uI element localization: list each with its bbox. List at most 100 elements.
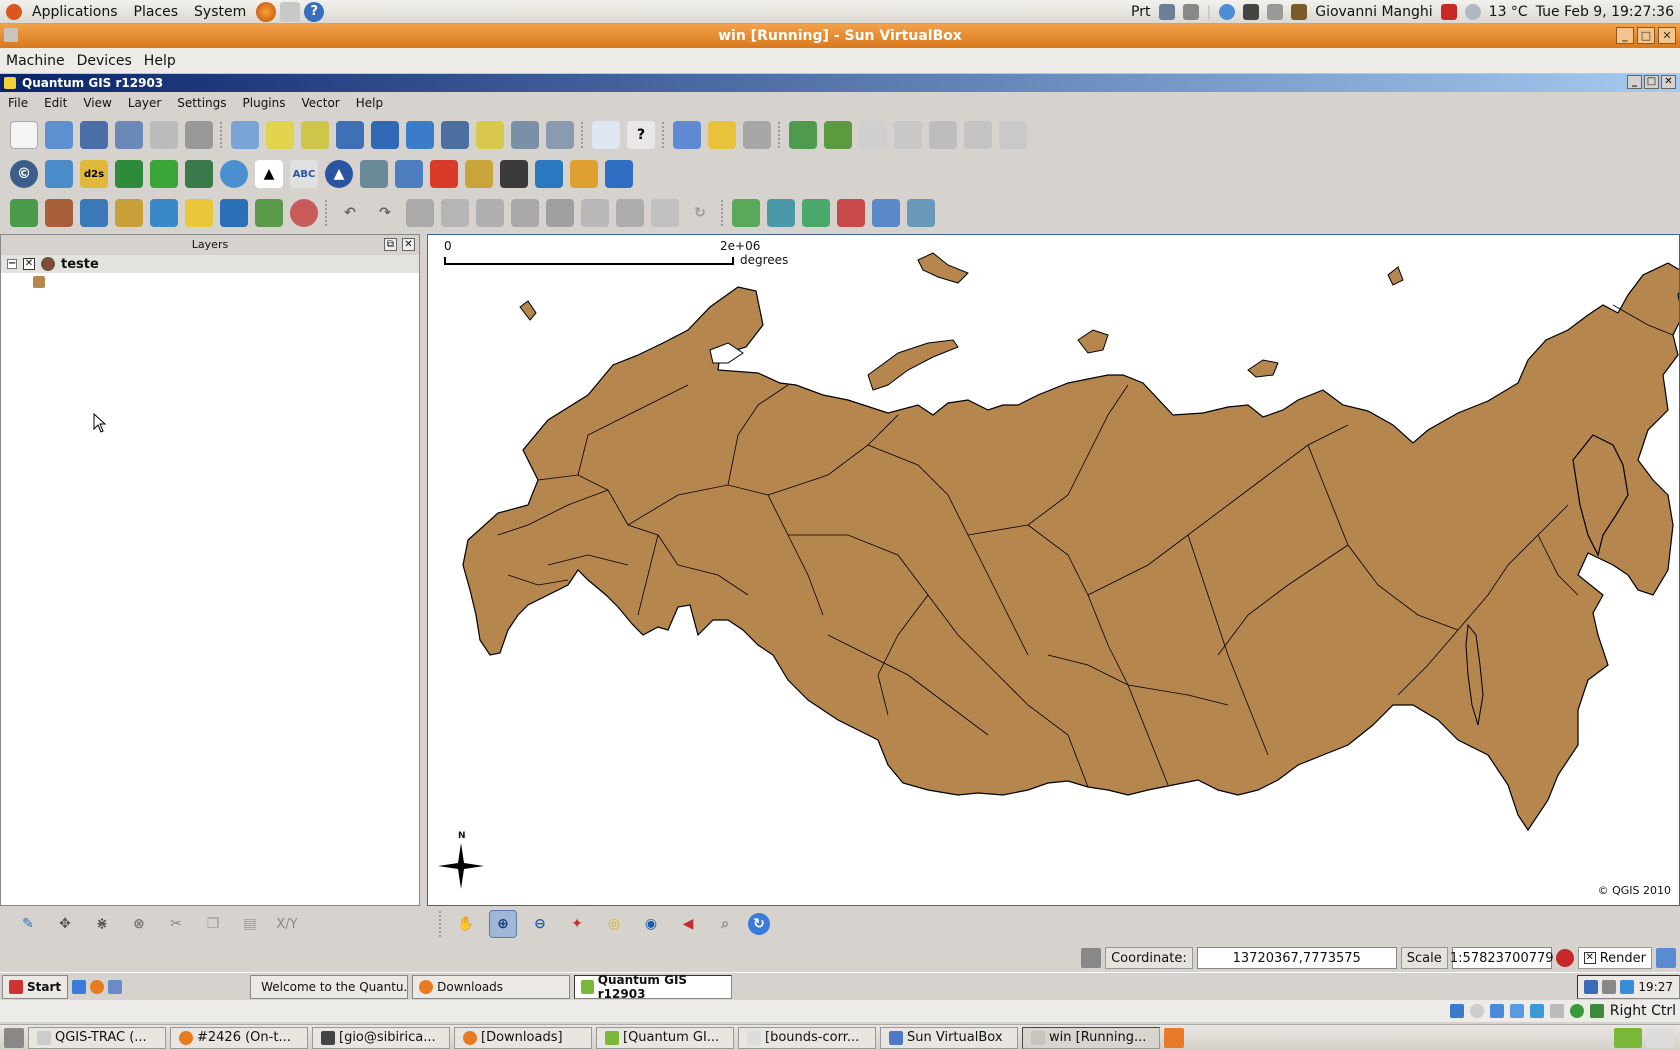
grass-add-raster-icon[interactable] — [824, 121, 852, 149]
grass-region-icon[interactable] — [929, 121, 957, 149]
usb-icon[interactable] — [1509, 1004, 1524, 1018]
vbox-menu-help[interactable]: Help — [138, 53, 182, 69]
ogr-converter-icon[interactable] — [535, 160, 563, 188]
cd-icon[interactable] — [1469, 1004, 1484, 1018]
qgis-menu-help[interactable]: Help — [348, 96, 391, 110]
close-panel-button[interactable]: ✕ — [402, 238, 415, 251]
add-raster-layer-icon[interactable] — [45, 199, 73, 227]
add-all-to-overview-icon[interactable] — [732, 199, 760, 227]
attribute-table-icon[interactable] — [336, 121, 364, 149]
task-welcome[interactable]: Welcome to the Quantu... — [250, 974, 409, 999]
print-composer-icon[interactable] — [150, 121, 178, 149]
scale-bar-icon[interactable] — [500, 160, 528, 188]
zoom-last-icon[interactable]: ◀ — [674, 910, 702, 938]
gnome-task-2[interactable]: #2426 (On-t... — [170, 1026, 308, 1049]
print-icon[interactable] — [185, 121, 213, 149]
save-project-icon[interactable] — [80, 121, 108, 149]
qgis-maximize-button[interactable]: □ — [1644, 75, 1659, 89]
zoom-layer-icon[interactable]: ◉ — [637, 910, 665, 938]
simplify-feature-icon[interactable] — [406, 199, 434, 227]
add-ring-icon[interactable] — [441, 199, 469, 227]
gps-tools-icon[interactable] — [115, 160, 143, 188]
pdf-icon[interactable] — [430, 160, 458, 188]
start-button[interactable]: Start — [2, 974, 69, 999]
projection-icon[interactable] — [1656, 948, 1676, 968]
qgis-close-button[interactable]: ✕ — [1661, 75, 1676, 89]
power-icon[interactable] — [1440, 4, 1457, 20]
virtualization-icon[interactable] — [1569, 1004, 1584, 1018]
volume-icon[interactable] — [1182, 4, 1199, 20]
reshape-features-icon[interactable] — [581, 199, 609, 227]
clock[interactable]: Tue Feb 9, 19:27:36 — [1536, 4, 1674, 20]
grass-close-mapset-icon[interactable] — [743, 121, 771, 149]
qgis-menu-settings[interactable]: Settings — [169, 96, 234, 110]
shared-folders-icon[interactable] — [1529, 1004, 1544, 1018]
gnome-task-6[interactable]: [bounds-corr... — [738, 1026, 876, 1049]
grass-add-vector-icon[interactable] — [789, 121, 817, 149]
add-vector-layer-icon[interactable] — [10, 199, 38, 227]
copy-features-icon[interactable]: ❐ — [199, 910, 227, 938]
paste-features-icon[interactable]: ▤ — [236, 910, 264, 938]
remove-all-overview-icon[interactable] — [837, 199, 865, 227]
measure-area-icon[interactable] — [406, 121, 434, 149]
zoom-actual-size-icon[interactable]: ⌕ — [711, 910, 739, 938]
gnome-task-4[interactable]: [Downloads] — [454, 1026, 592, 1049]
stop-render-icon[interactable] — [1555, 949, 1574, 967]
menu-applications[interactable]: Applications — [24, 4, 126, 20]
add-spatialite-layer-icon[interactable] — [115, 199, 143, 227]
mouse-integration-icon[interactable] — [1589, 1004, 1604, 1018]
volume-tray-icon[interactable] — [1602, 979, 1617, 994]
coordinate-toggle-icon[interactable] — [1081, 948, 1102, 968]
menu-system[interactable]: System — [186, 4, 254, 20]
rotate-point-symbols-icon[interactable]: ↻ — [686, 199, 714, 227]
windows-clock[interactable]: 19:27 — [1638, 980, 1673, 994]
show-all-layers-icon[interactable] — [767, 199, 795, 227]
zoom-out-icon[interactable]: ⊖ — [526, 910, 554, 938]
task-qgis[interactable]: Quantum GIS r12903 — [574, 973, 733, 1001]
save-as-icon[interactable] — [115, 121, 143, 149]
move-feature-icon[interactable]: ✥ — [51, 910, 79, 938]
network-adapter-icon[interactable] — [1489, 1004, 1504, 1018]
add-postgis-layer-icon[interactable] — [80, 199, 108, 227]
gnome-task-3[interactable]: [gio@sibirica... — [312, 1026, 450, 1049]
copyright-label-icon[interactable]: © — [10, 160, 38, 188]
collapse-icon[interactable]: − — [7, 259, 17, 269]
raster-calculator-icon[interactable] — [465, 160, 493, 188]
layer-visibility-checkbox[interactable]: ✕ — [23, 258, 35, 270]
layer-properties-icon[interactable] — [907, 199, 935, 227]
user-name[interactable]: Giovanni Manghi — [1315, 4, 1432, 20]
add-island-icon[interactable] — [476, 199, 504, 227]
split-features-icon[interactable] — [616, 199, 644, 227]
map-canvas[interactable]: 0 2e+06 degrees N © QGIS 2010 — [427, 234, 1680, 906]
print-screen-label[interactable]: Prt — [1131, 4, 1150, 20]
grass-open-mapset-icon[interactable] — [673, 121, 701, 149]
vbox-tray-icon[interactable] — [1620, 979, 1635, 994]
globe-icon[interactable] — [220, 160, 248, 188]
measure-line-icon[interactable] — [371, 121, 399, 149]
ubuntu-logo-icon[interactable] — [6, 3, 22, 20]
gnome-task-1[interactable]: QGIS-TRAC (... — [28, 1026, 166, 1049]
grass-edit-icon[interactable] — [894, 121, 922, 149]
update-icon[interactable] — [1219, 4, 1236, 20]
georeferencer-icon[interactable] — [185, 160, 213, 188]
new-shapefile-icon[interactable] — [185, 199, 213, 227]
firefox-icon[interactable] — [256, 1, 277, 22]
map-tips-icon[interactable] — [476, 121, 504, 149]
help-contents-icon[interactable] — [592, 121, 620, 149]
gnome-task-8[interactable]: win [Running... — [1022, 1026, 1160, 1049]
select-features-icon[interactable] — [266, 121, 294, 149]
whats-this-icon[interactable]: ? — [627, 121, 655, 149]
menu-places[interactable]: Places — [126, 4, 187, 20]
qgis-menu-layer[interactable]: Layer — [120, 96, 169, 110]
delete-ring-icon[interactable] — [511, 199, 539, 227]
hdd-icon[interactable] — [1449, 1004, 1464, 1018]
plugin-installer-icon[interactable] — [605, 160, 633, 188]
monitor-icon[interactable] — [1243, 4, 1260, 20]
pan-icon[interactable]: ✋ — [452, 910, 480, 938]
task-downloads[interactable]: Downloads — [412, 974, 571, 999]
mail-icon[interactable] — [280, 1, 301, 22]
graticule-icon[interactable] — [150, 160, 178, 188]
add-wfs-layer-icon[interactable] — [255, 199, 283, 227]
vrdp-icon[interactable] — [1549, 1004, 1564, 1018]
quick-print-icon[interactable] — [360, 160, 388, 188]
